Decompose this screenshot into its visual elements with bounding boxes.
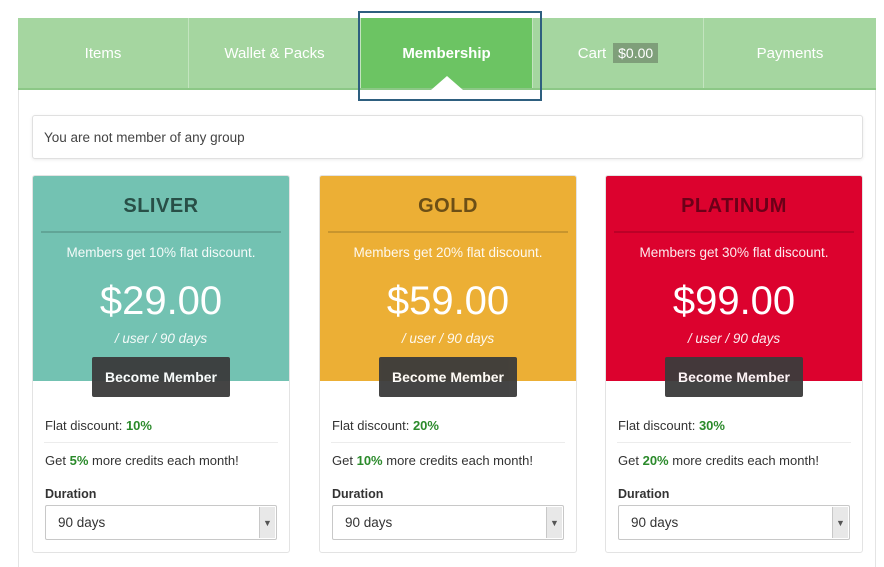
duration-select[interactable]: 90 days ▼ xyxy=(45,505,277,540)
flat-discount-line: Flat discount: 10% xyxy=(45,418,152,433)
membership-notice: You are not member of any group xyxy=(32,115,863,159)
flat-discount-value: 20% xyxy=(412,418,439,433)
credits-prefix: Get xyxy=(45,453,66,468)
become-member-button[interactable]: Become Member xyxy=(665,357,803,397)
plan-period: / user / 90 days xyxy=(401,331,495,346)
flat-discount-line: Flat discount: 30% xyxy=(618,418,725,433)
credits-line: Get 20% more credits each month! xyxy=(618,453,819,468)
plan-price: $99.00 xyxy=(672,279,796,323)
tab-membership-label: Membership xyxy=(402,44,491,62)
plan-header: PLATINUM Members get 30% flat discount. … xyxy=(606,176,862,381)
plan-card-platinum: PLATINUM Members get 30% flat discount. … xyxy=(605,175,863,553)
duration-select[interactable]: 90 days ▼ xyxy=(618,505,850,540)
tab-items-label: Items xyxy=(84,44,122,62)
become-member-button[interactable]: Become Member xyxy=(379,357,517,397)
plan-period: / user / 90 days xyxy=(114,331,208,346)
credits-suffix: more credits each month! xyxy=(92,453,239,468)
tab-payments[interactable]: Payments xyxy=(704,18,876,88)
tab-membership[interactable]: Membership xyxy=(361,18,533,90)
credits-line: Get 5% more credits each month! xyxy=(45,453,239,468)
plan-description: Members get 20% flat discount. xyxy=(353,245,543,260)
flat-discount-label: Flat discount: xyxy=(332,418,410,433)
duration-select[interactable]: 90 days ▼ xyxy=(332,505,564,540)
become-member-button[interactable]: Become Member xyxy=(92,357,230,397)
duration-label: Duration xyxy=(618,487,670,501)
credits-suffix: more credits each month! xyxy=(386,453,533,468)
duration-label: Duration xyxy=(332,487,384,501)
flat-discount-label: Flat discount: xyxy=(618,418,696,433)
tab-items[interactable]: Items xyxy=(18,18,189,88)
plan-card-gold: GOLD Members get 20% flat discount. $59.… xyxy=(319,175,577,553)
plan-name: SLIVER xyxy=(123,195,199,217)
divider xyxy=(614,231,854,233)
cart-total-badge: $0.00 xyxy=(613,43,659,63)
duration-selected-value: 90 days xyxy=(345,515,393,530)
credits-value: 10% xyxy=(356,453,383,468)
plan-description: Members get 30% flat discount. xyxy=(639,245,829,260)
plan-price: $29.00 xyxy=(99,279,223,323)
chevron-down-icon[interactable]: ▼ xyxy=(259,507,275,538)
tab-payments-label: Payments xyxy=(756,44,824,62)
duration-selected-value: 90 days xyxy=(58,515,106,530)
credits-value: 5% xyxy=(69,453,89,468)
flat-discount-value: 30% xyxy=(698,418,725,433)
tab-cart[interactable]: Cart $0.00 xyxy=(533,18,704,88)
duration-label: Duration xyxy=(45,487,97,501)
divider xyxy=(331,442,565,443)
flat-discount-value: 10% xyxy=(125,418,152,433)
active-tab-caret-icon xyxy=(430,76,463,90)
credits-prefix: Get xyxy=(618,453,639,468)
chevron-down-icon[interactable]: ▼ xyxy=(832,507,848,538)
plan-period: / user / 90 days xyxy=(687,331,781,346)
tab-cart-label: Cart xyxy=(577,44,607,62)
duration-selected-value: 90 days xyxy=(631,515,679,530)
flat-discount-label: Flat discount: xyxy=(45,418,123,433)
plan-header: GOLD Members get 20% flat discount. $59.… xyxy=(320,176,576,381)
plan-name: GOLD xyxy=(418,195,478,217)
plan-price: $59.00 xyxy=(386,279,510,323)
chevron-down-icon[interactable]: ▼ xyxy=(546,507,562,538)
plan-card-silver: SLIVER Members get 10% flat discount. $2… xyxy=(32,175,290,553)
top-nav: Items Wallet & Packs Membership Cart $0.… xyxy=(18,18,876,90)
divider xyxy=(44,442,278,443)
credits-prefix: Get xyxy=(332,453,353,468)
plan-description: Members get 10% flat discount. xyxy=(66,245,256,260)
divider xyxy=(41,231,281,233)
flat-discount-line: Flat discount: 20% xyxy=(332,418,439,433)
credits-suffix: more credits each month! xyxy=(672,453,819,468)
plan-name: PLATINUM xyxy=(681,195,787,217)
divider xyxy=(617,442,851,443)
plan-header: SLIVER Members get 10% flat discount. $2… xyxy=(33,176,289,381)
credits-line: Get 10% more credits each month! xyxy=(332,453,533,468)
divider xyxy=(328,231,568,233)
credits-value: 20% xyxy=(642,453,669,468)
tab-wallet-packs[interactable]: Wallet & Packs xyxy=(189,18,361,88)
tab-wallet-packs-label: Wallet & Packs xyxy=(224,44,325,62)
